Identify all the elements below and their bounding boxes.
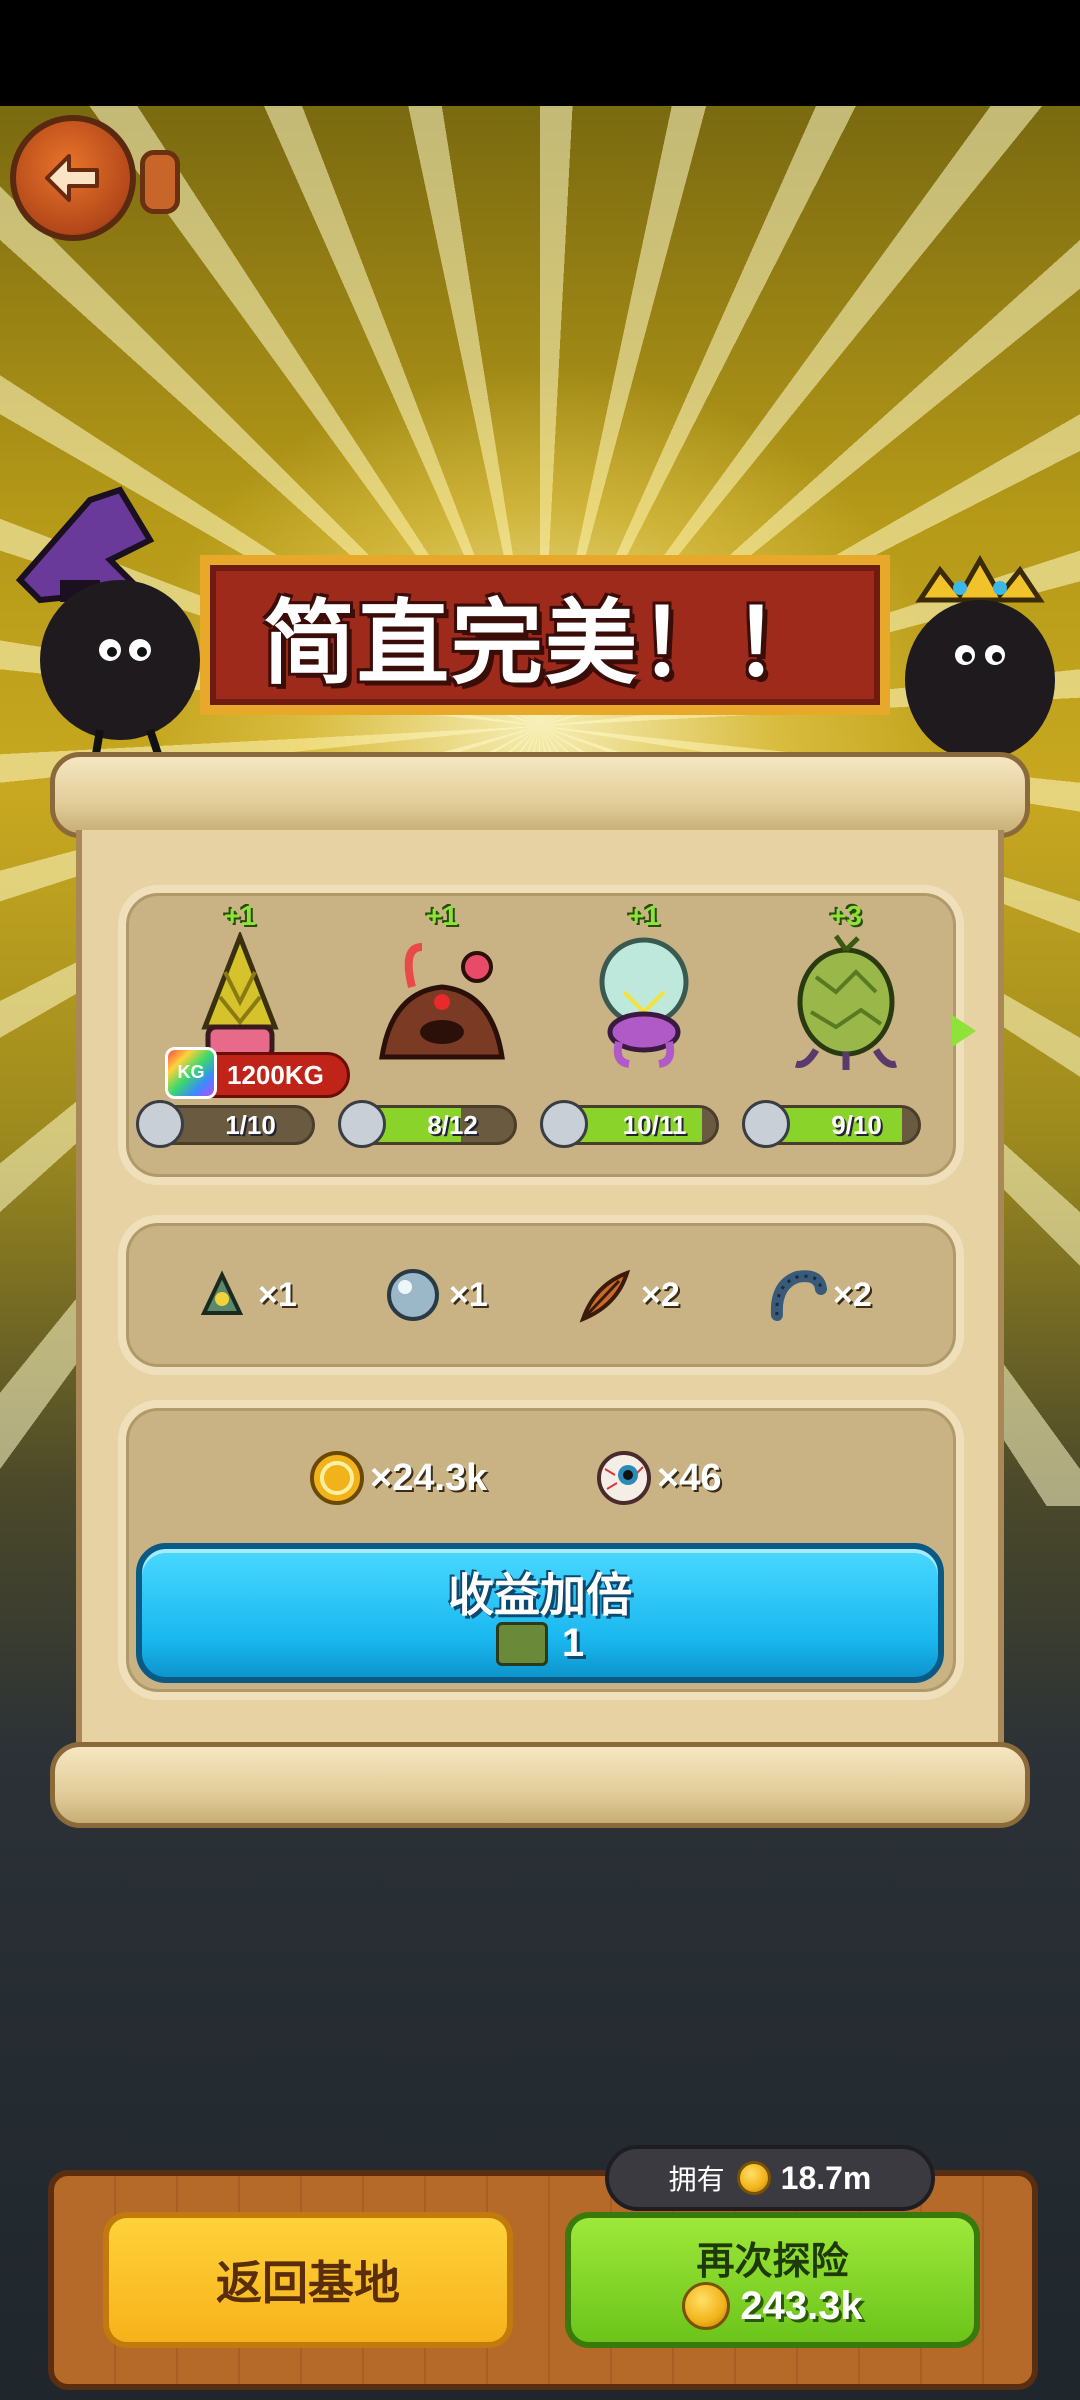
double-reward-cost-value: 1 [561, 1621, 585, 1665]
double-reward-cost: 1 [142, 1621, 938, 1666]
owned-coins: 拥有 18.7m [605, 2145, 935, 2211]
weight-kg-icon: KG [165, 1047, 217, 1099]
coin-icon [310, 1451, 364, 1505]
banner-title: 简直完美！！ [262, 592, 827, 695]
weight-value: 1200KG [227, 1060, 324, 1090]
item-reward: ×1 [383, 1265, 488, 1325]
chocolate-slime-icon [379, 943, 505, 1060]
monster-card[interactable]: +3 9/10 [742, 900, 936, 1170]
pearl-icon [387, 1269, 439, 1321]
status-bar [0, 0, 1080, 106]
reward-qty: ×24.3k [370, 1456, 488, 1499]
skull-icon [540, 1100, 588, 1148]
monster-plus: +1 [224, 900, 256, 931]
explore-cost: 243.3k [571, 2282, 974, 2330]
double-reward-label: 收益加倍 [448, 1569, 632, 1621]
scroll-top-roll [50, 752, 1030, 838]
explore-again-label: 再次探险 [696, 2241, 849, 2283]
back-button[interactable] [10, 115, 136, 241]
monster-card[interactable]: +1 1/10 [136, 900, 330, 1170]
item-reward: ×2 [767, 1265, 872, 1325]
item-reward: ×2 [575, 1265, 680, 1325]
coin-icon [682, 2282, 731, 2330]
coin-icon [736, 2161, 771, 2195]
skull-icon [136, 1100, 184, 1148]
double-reward-button[interactable]: 收益加倍 1 [136, 1543, 944, 1683]
reward-qty: ×46 [657, 1456, 722, 1499]
item-reward: ×1 [192, 1265, 297, 1325]
monster-plus: +3 [830, 900, 862, 931]
witch-creature [15, 486, 200, 760]
explore-cost-value: 243.3k [740, 2283, 863, 2328]
item-qty: ×1 [258, 1275, 297, 1314]
item-qty: ×1 [449, 1275, 488, 1314]
scroll-bottom-roll [50, 1742, 1030, 1828]
skull-icon [338, 1100, 386, 1148]
monster-card[interactable]: +1 10/11 [540, 900, 734, 1170]
return-base-label: 返回基地 [216, 2257, 400, 2309]
jar-octopus-icon [599, 937, 689, 1068]
return-base-button[interactable]: 返回基地 [103, 2212, 513, 2348]
explore-again-button[interactable]: 再次探险 243.3k [565, 2212, 980, 2348]
reward-coins: ×24.3k [308, 1448, 487, 1508]
next-page-arrow[interactable] [952, 1015, 976, 1047]
king-creature [905, 554, 1055, 780]
weight-badge: KG 1200KG [165, 1047, 350, 1099]
ticket-icon [495, 1621, 548, 1666]
item-qty: ×2 [833, 1275, 872, 1314]
monster-plus: +1 [628, 900, 660, 931]
owned-label: 拥有 [668, 2164, 725, 2195]
skull-icon [742, 1100, 790, 1148]
back-arrow-icon [45, 154, 99, 202]
reward-eyeballs: ×46 [595, 1448, 721, 1508]
back-tab [140, 150, 180, 214]
melon-monster-icon [794, 934, 898, 1070]
monster-card[interactable]: +1 8/12 [338, 900, 532, 1170]
gadget-icon [200, 1270, 244, 1315]
eyeball-icon [597, 1451, 651, 1505]
feather-icon [579, 1269, 631, 1323]
result-banner: 简直完美！！ [200, 555, 890, 715]
worm-icon [770, 1270, 827, 1321]
item-qty: ×2 [641, 1275, 680, 1314]
monster-plus: +1 [426, 900, 458, 931]
owned-value: 18.7m [780, 2159, 872, 2196]
